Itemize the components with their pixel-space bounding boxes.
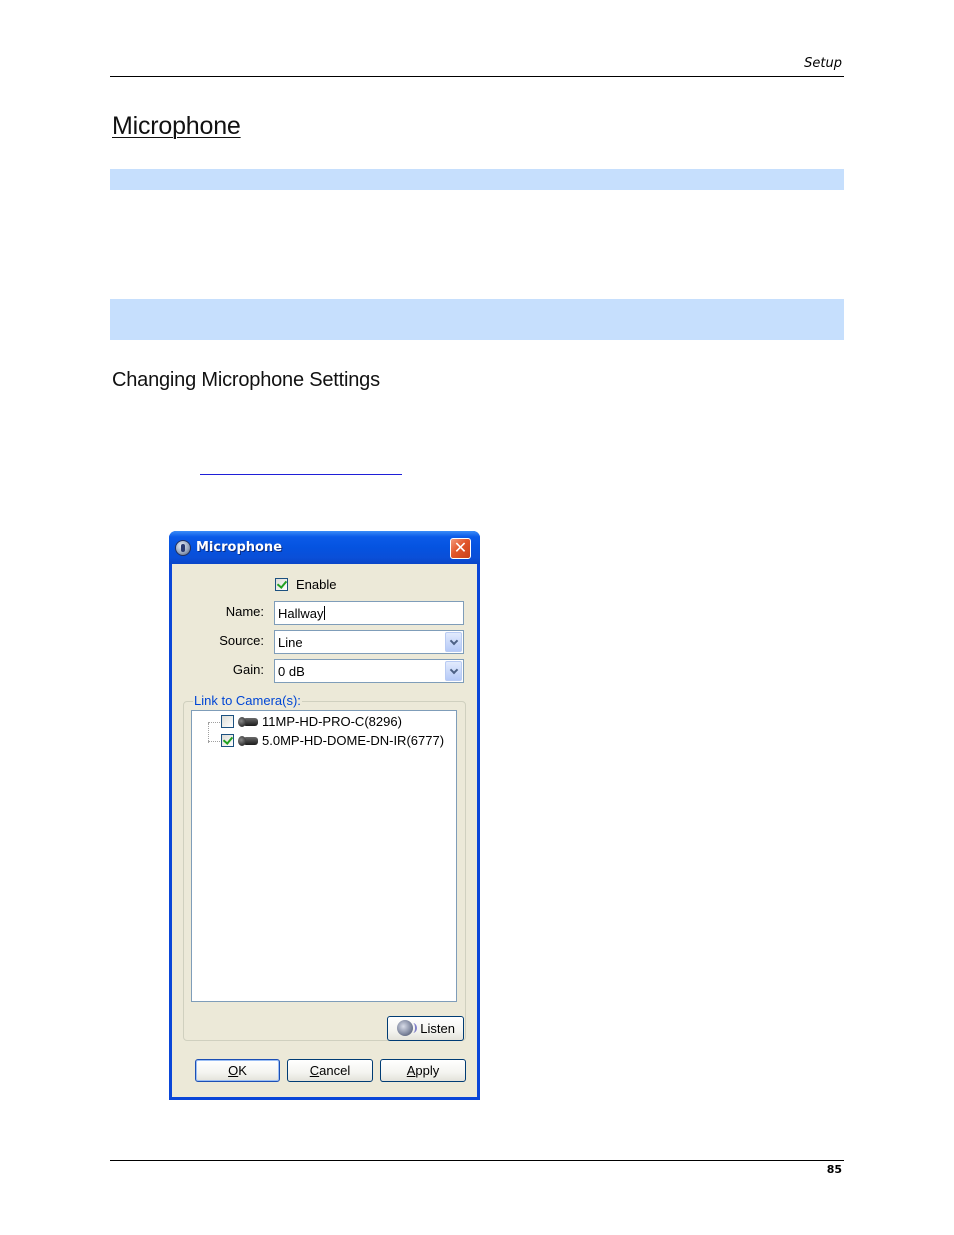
chevron-down-icon[interactable] <box>445 661 462 681</box>
source-label: Source: <box>219 633 264 648</box>
hyperlink[interactable] <box>200 474 402 475</box>
listen-label: Listen <box>420 1021 455 1036</box>
camera-checkbox[interactable] <box>221 715 234 728</box>
source-value: Line <box>278 635 303 650</box>
highlight-band <box>110 299 844 340</box>
ok-button[interactable]: OK <box>195 1059 280 1082</box>
name-label: Name: <box>225 604 264 619</box>
dialog-body: Enable Name: Hallway Source: Line Gain: … <box>172 564 477 1097</box>
enable-label[interactable]: Enable <box>296 577 336 592</box>
highlight-band <box>110 169 844 190</box>
gain-label: Gain: <box>232 662 264 677</box>
running-header: Setup <box>804 56 842 71</box>
footer-rule <box>110 1160 844 1161</box>
cancel-mnemonic: C <box>309 1063 320 1078</box>
page-number: 85 <box>826 1163 842 1176</box>
source-select[interactable]: Line <box>274 630 464 654</box>
chevron-down-icon[interactable] <box>445 632 462 652</box>
camera-tree-item[interactable]: 5.0MP-HD-DOME-DN-IR(6777) <box>192 731 456 749</box>
listen-button[interactable]: Listen <box>387 1016 464 1041</box>
tree-connector <box>208 741 220 742</box>
close-icon: ✕ <box>453 538 468 557</box>
speaker-icon <box>397 1020 417 1036</box>
camera-tree-item[interactable]: 11MP-HD-PRO-C(8296) <box>192 712 456 730</box>
cancel-label: ancel <box>319 1063 351 1078</box>
close-button[interactable]: ✕ <box>450 538 471 559</box>
gain-value: 0 dB <box>278 664 305 679</box>
link-to-cameras-label: Link to Camera(s): <box>193 693 302 708</box>
dialog-titlebar[interactable]: Microphone ✕ <box>169 531 480 564</box>
info-icon <box>175 540 191 556</box>
subsection-title: Changing Microphone Settings <box>112 369 380 391</box>
text-caret <box>323 606 325 620</box>
tree-connector <box>208 722 220 723</box>
section-title: Microphone <box>112 112 241 140</box>
camera-icon <box>238 736 258 746</box>
apply-label: pply <box>415 1063 440 1078</box>
dialog-title: Microphone <box>196 540 283 555</box>
camera-checkbox[interactable] <box>221 734 234 747</box>
camera-icon <box>238 717 258 727</box>
apply-button[interactable]: Apply <box>380 1059 466 1082</box>
camera-name: 5.0MP-HD-DOME-DN-IR(6777) <box>262 733 445 748</box>
name-value: Hallway <box>278 606 324 621</box>
enable-checkbox[interactable] <box>275 578 288 591</box>
microphone-dialog: Microphone ✕ Enable Name: Hallway Source… <box>169 531 480 1100</box>
gain-select[interactable]: 0 dB <box>274 659 464 683</box>
ok-label: K <box>238 1063 247 1078</box>
cancel-button[interactable]: Cancel <box>287 1059 373 1082</box>
name-input[interactable]: Hallway <box>274 601 464 625</box>
ok-mnemonic: O <box>228 1063 239 1078</box>
camera-tree[interactable]: 11MP-HD-PRO-C(8296) 5.0MP-HD-DOME-DN-IR(… <box>191 710 457 1002</box>
camera-name: 11MP-HD-PRO-C(8296) <box>262 714 402 729</box>
header-rule <box>110 76 844 77</box>
